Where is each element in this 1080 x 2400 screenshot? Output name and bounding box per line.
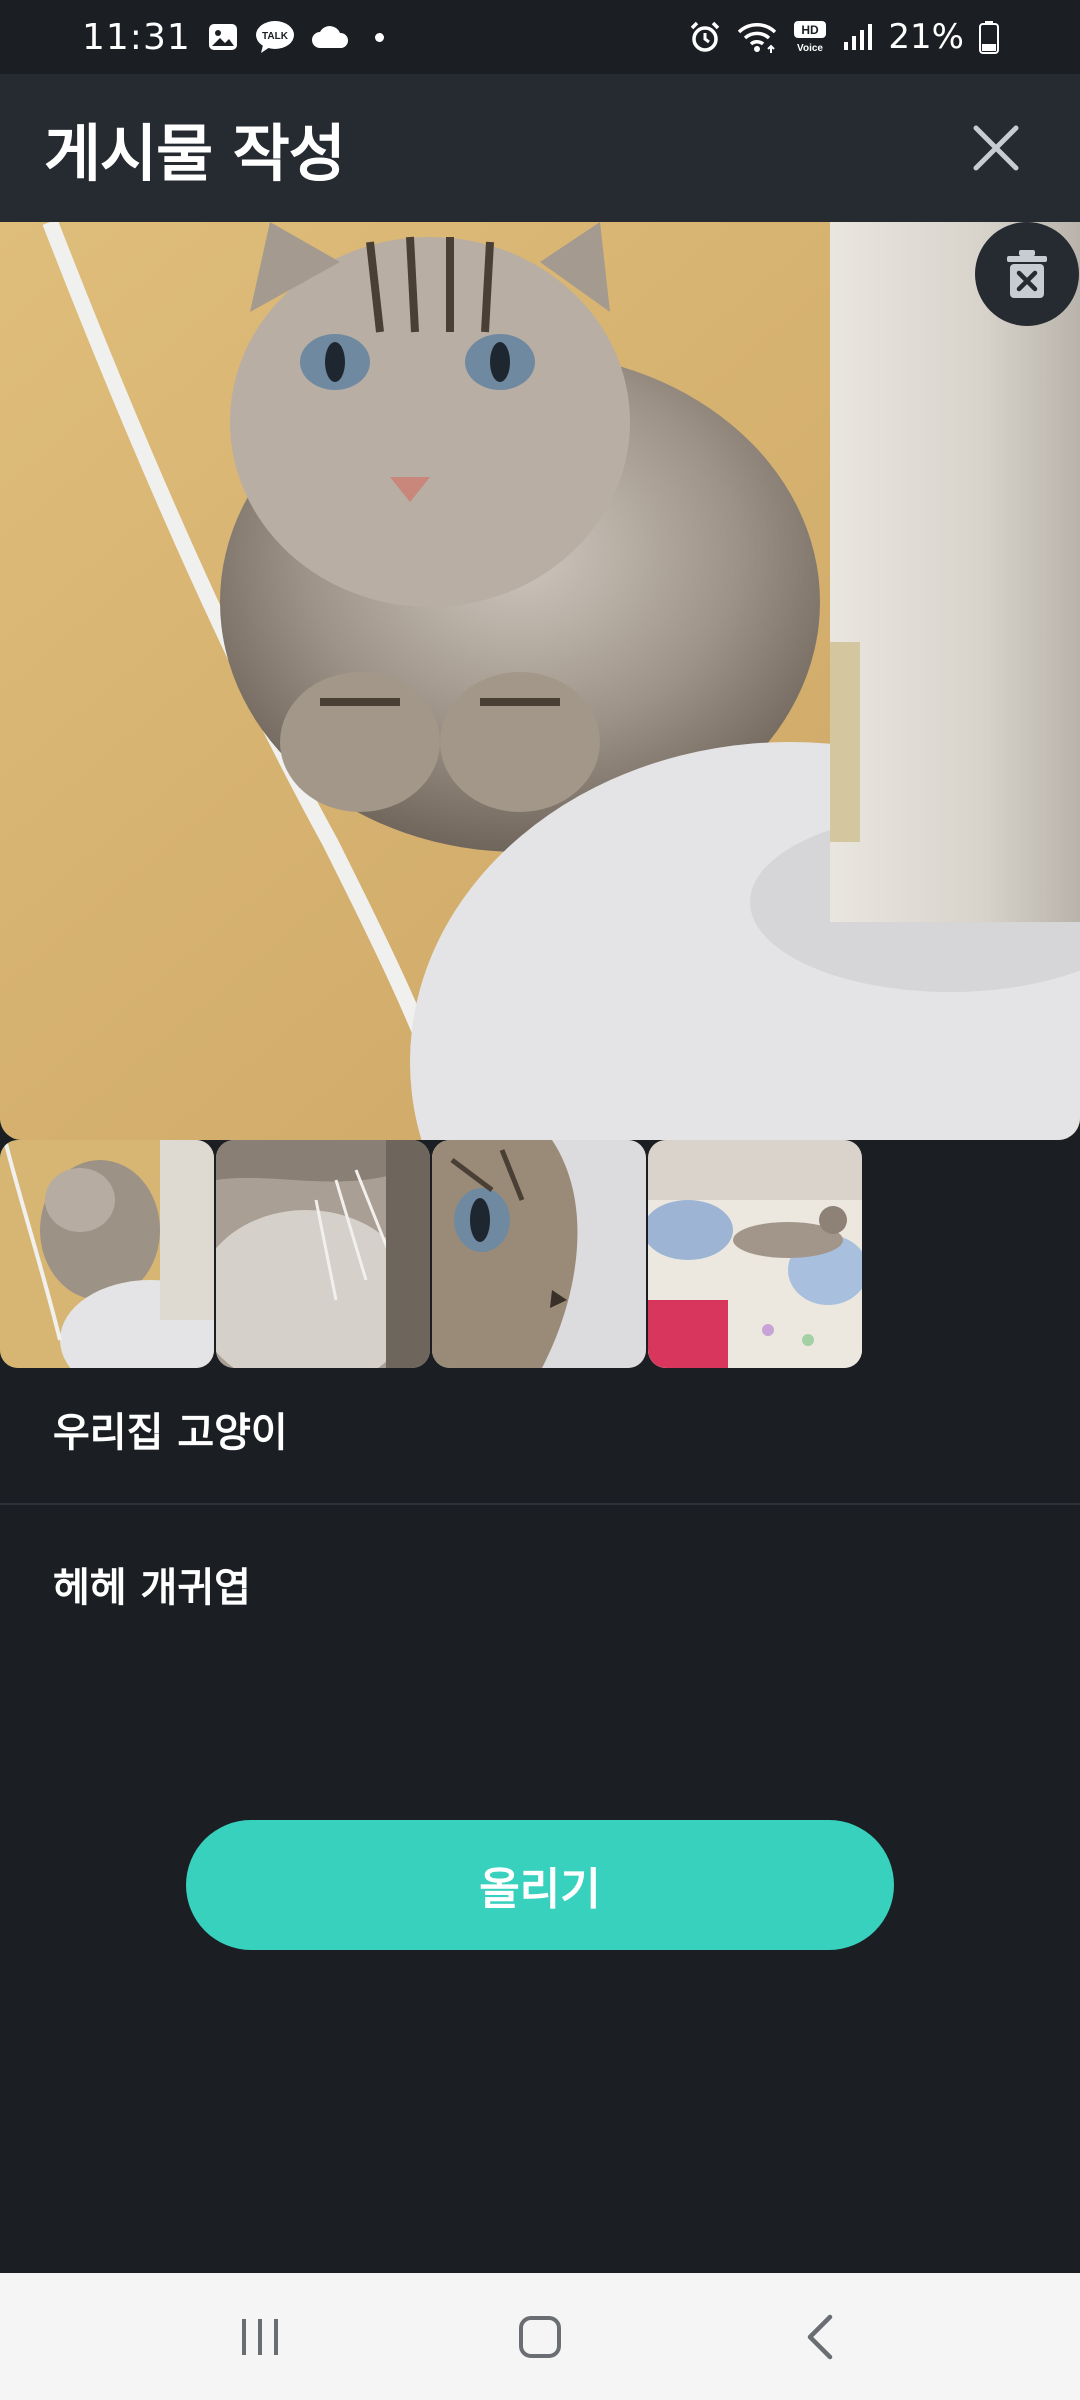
thumbnail-3[interactable] xyxy=(432,1140,646,1368)
back-button[interactable] xyxy=(770,2287,870,2387)
battery-icon xyxy=(978,20,1000,54)
status-right: HD Voice 21% xyxy=(688,17,1000,57)
page-title: 게시물 작성 xyxy=(44,117,346,190)
cat-photo xyxy=(0,222,1080,1140)
battery-percent: 21% xyxy=(888,17,964,57)
thumbnail-1[interactable] xyxy=(0,1140,214,1368)
app-header: 게시물 작성 xyxy=(0,74,1080,222)
divider xyxy=(0,1503,1080,1505)
trash-icon xyxy=(1007,250,1047,298)
thumbnail-4[interactable] xyxy=(648,1140,862,1368)
recent-apps-button[interactable] xyxy=(210,2287,310,2387)
upload-button[interactable]: 올리기 xyxy=(186,1820,894,1950)
talk-badge-text: TALK xyxy=(262,31,289,42)
close-icon xyxy=(973,125,1019,171)
hd-voice-icon: HD Voice xyxy=(792,20,828,54)
back-icon xyxy=(807,2314,833,2359)
delete-photo-button[interactable] xyxy=(975,222,1079,326)
title-input[interactable]: 우리집 고양이 xyxy=(0,1400,1080,1502)
gallery-icon xyxy=(207,21,239,53)
alarm-icon xyxy=(688,20,722,54)
close-button[interactable] xyxy=(956,108,1036,188)
thumbnail-2[interactable] xyxy=(216,1140,430,1368)
cat-on-bed xyxy=(648,1140,862,1368)
status-left: 11:31 TALK xyxy=(82,17,384,58)
wifi-icon xyxy=(736,20,778,54)
cat-fur-closeup xyxy=(216,1140,430,1368)
cat-eye-closeup xyxy=(432,1140,646,1368)
kakaotalk-icon: TALK xyxy=(255,20,295,54)
status-time: 11:31 xyxy=(82,16,191,58)
recent-apps-icon xyxy=(242,2318,278,2355)
status-bar: 11:31 TALK HD Voice 21% xyxy=(0,0,1080,74)
thumbnail-strip xyxy=(0,1140,862,1368)
signal-icon xyxy=(842,22,874,52)
system-nav-bar xyxy=(0,2273,1080,2400)
home-button[interactable] xyxy=(490,2287,590,2387)
hd-badge-text: HD xyxy=(802,23,820,37)
main-photo[interactable] xyxy=(0,222,1080,1140)
cloud-icon xyxy=(311,24,349,50)
voice-badge-text: Voice xyxy=(797,43,823,54)
notification-dot xyxy=(374,32,384,42)
cat-by-fan xyxy=(0,1140,214,1368)
home-icon xyxy=(519,2315,561,2358)
content-input[interactable]: 헤헤 개귀엽 xyxy=(0,1555,1080,1795)
